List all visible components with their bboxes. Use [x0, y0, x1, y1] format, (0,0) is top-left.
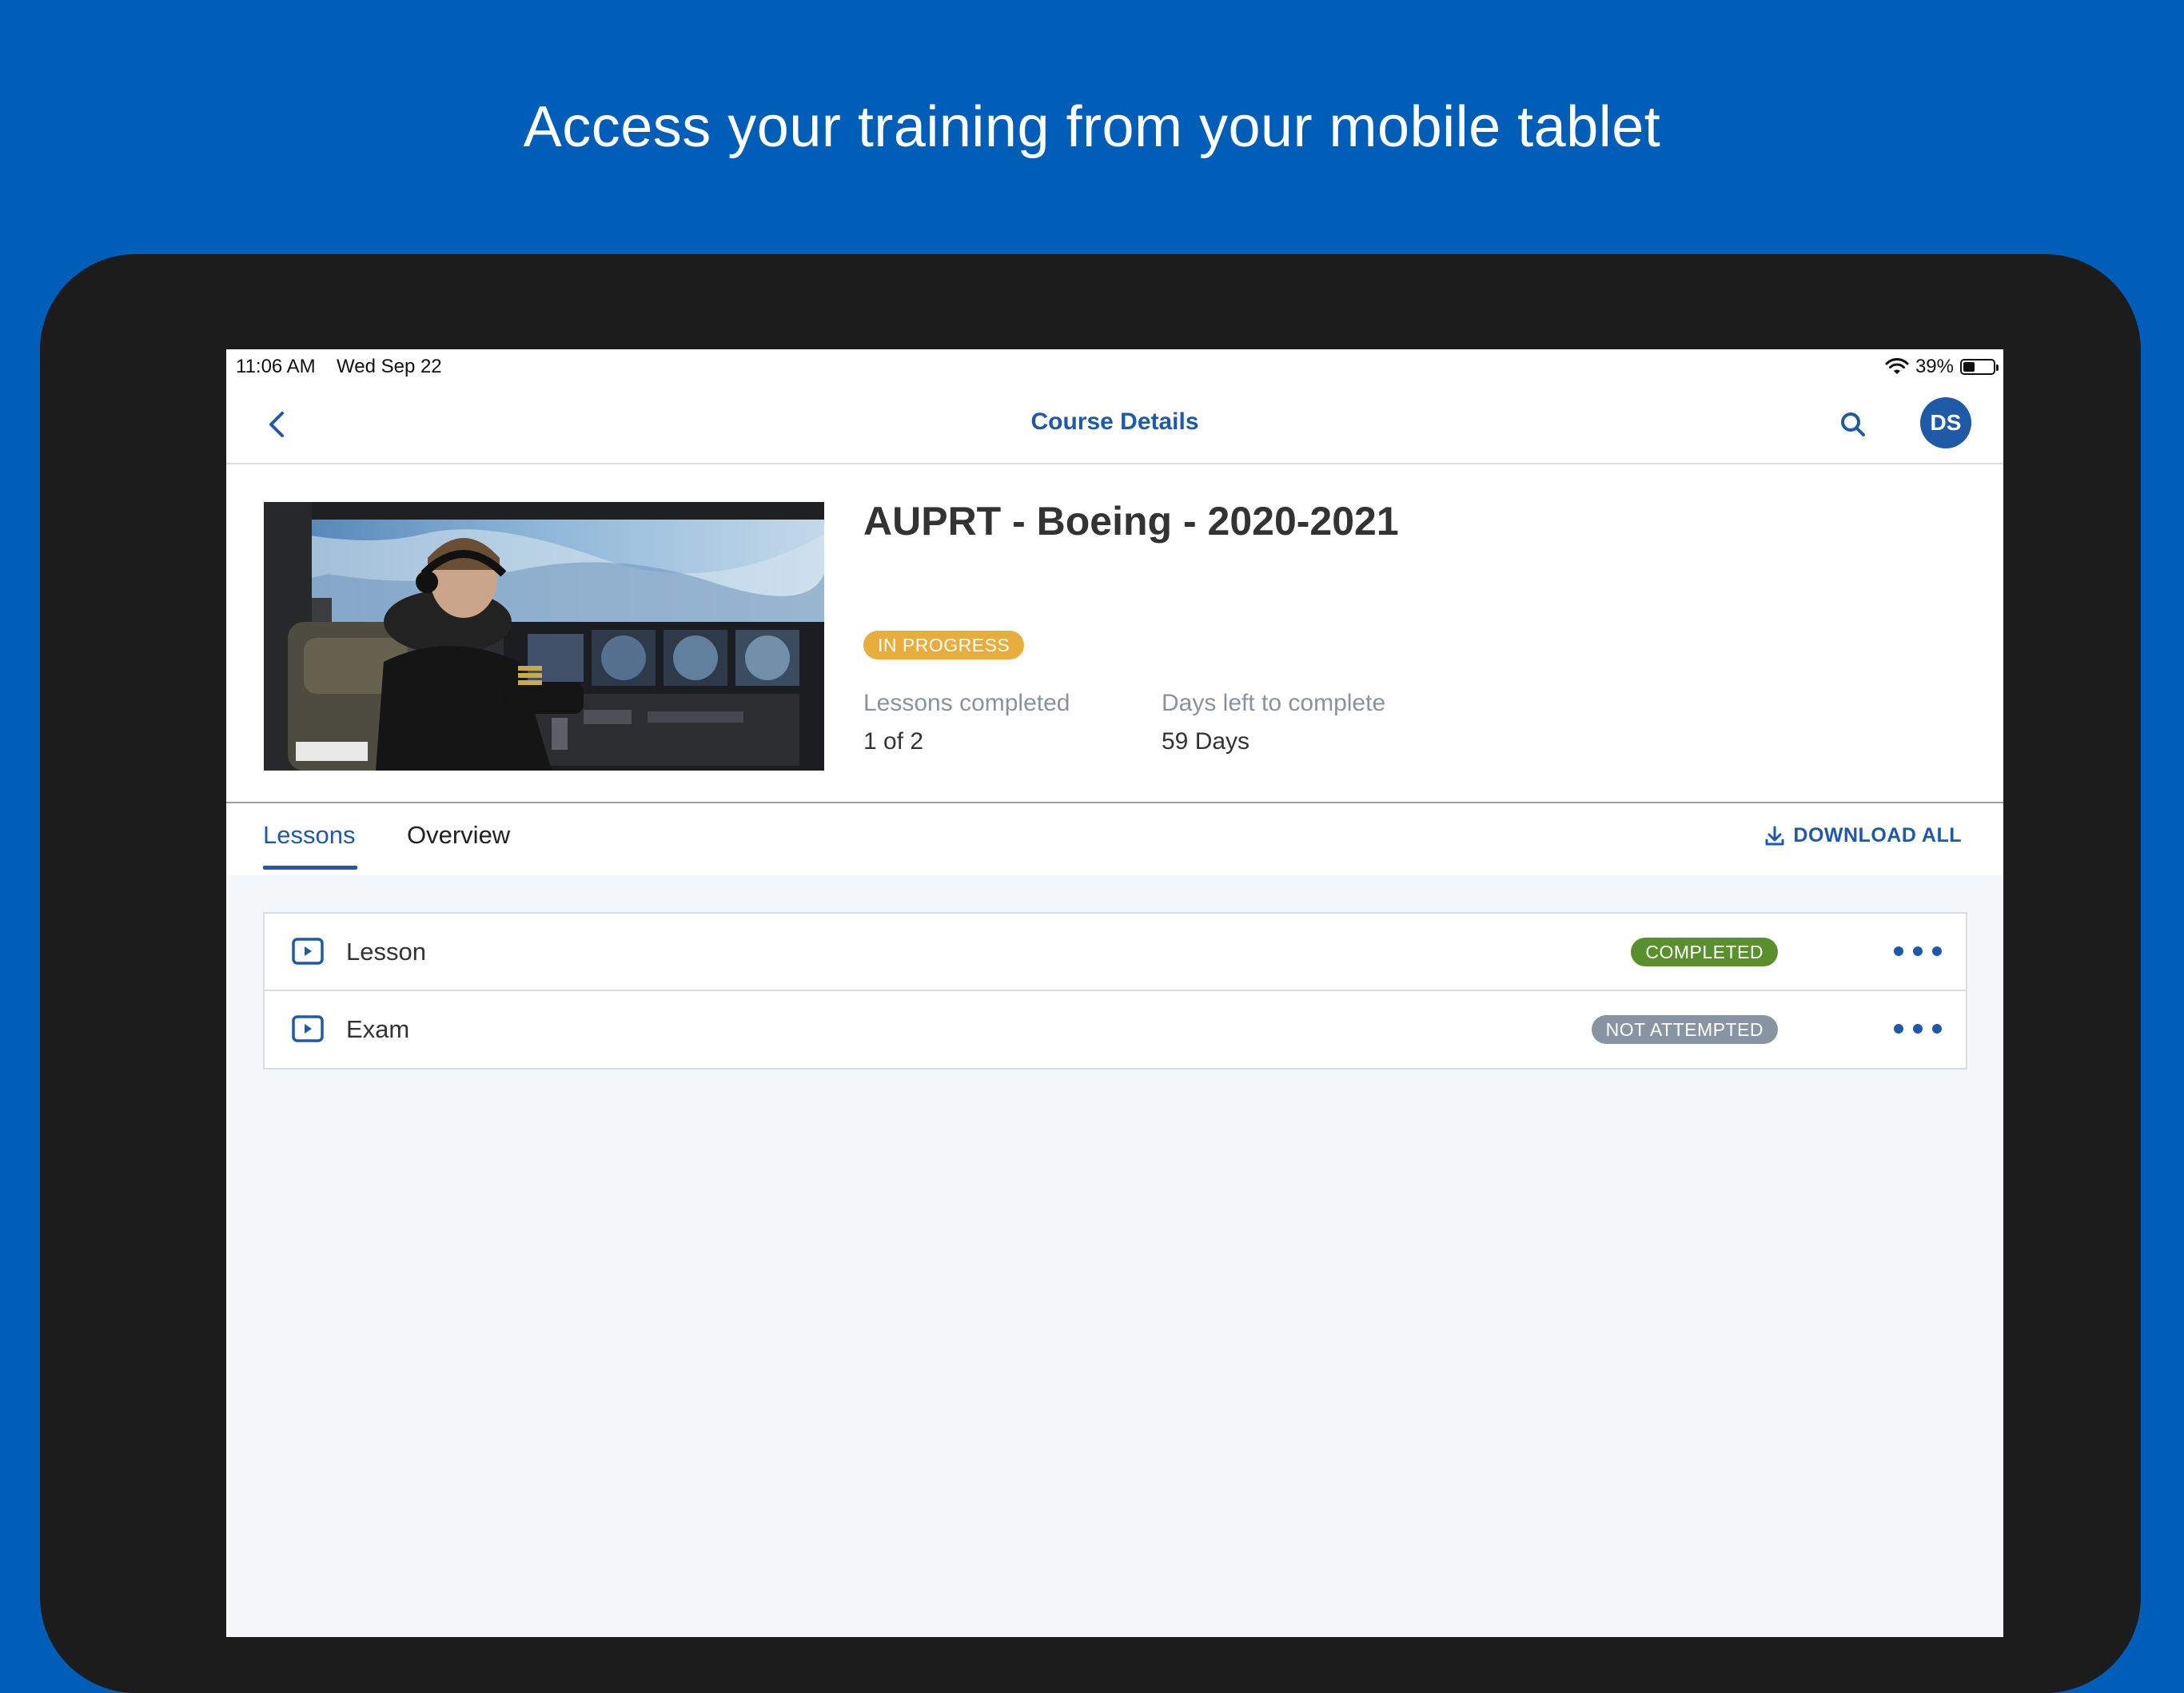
course-thumbnail [264, 502, 824, 771]
tab-overview[interactable]: Overview [407, 821, 510, 850]
lesson-status-badge: NOT ATTEMPTED [1591, 1015, 1778, 1044]
more-options-icon[interactable] [1894, 1010, 1942, 1047]
days-left-value: 59 Days [1162, 728, 1250, 755]
course-header: AUPRT - Boeing - 2020-2021 IN PROGRESS L… [226, 464, 2003, 803]
user-avatar[interactable]: DS [1920, 397, 1971, 448]
active-tab-indicator [263, 866, 357, 870]
status-time: 11:06 AM [236, 356, 316, 377]
status-bar: 11:06 AM Wed Sep 22 39% [226, 349, 2003, 388]
lesson-name: Exam [346, 1015, 410, 1043]
cockpit-image [264, 502, 824, 771]
list-item[interactable]: Lesson COMPLETED [265, 914, 1966, 991]
list-item[interactable]: Exam NOT ATTEMPTED [265, 991, 1966, 1068]
search-icon[interactable] [1834, 405, 1872, 444]
lesson-list: Lesson COMPLETED Exam NOT ATTEMPTED [263, 912, 1967, 1070]
status-right: 39% [1885, 356, 1999, 378]
course-status-badge: IN PROGRESS [863, 631, 1025, 659]
download-all-label: DOWNLOAD ALL [1793, 824, 1962, 846]
download-icon [1765, 826, 1784, 845]
wifi-icon [1885, 358, 1909, 374]
lesson-status-badge: COMPLETED [1631, 938, 1778, 966]
battery-icon [1960, 359, 1999, 375]
download-all-button[interactable]: DOWNLOAD ALL [1764, 824, 1962, 847]
app-screen: 11:06 AM Wed Sep 22 39% Course Details D… [226, 349, 2003, 1637]
page-title: Course Details [1030, 408, 1199, 435]
course-title: AUPRT - Boeing - 2020-2021 [863, 499, 1399, 544]
marketing-headline: Access your training from your mobile ta… [523, 95, 1661, 159]
more-options-icon[interactable] [1894, 933, 1942, 970]
status-date: Wed Sep 22 [337, 356, 442, 377]
lessons-completed-label: Lessons completed [863, 690, 1070, 716]
days-left-label: Days left to complete [1162, 690, 1386, 716]
video-play-icon [292, 938, 324, 965]
tab-bar: Lessons Overview DOWNLOAD ALL [226, 803, 2003, 875]
tab-lessons[interactable]: Lessons [263, 821, 355, 850]
battery-percent: 39% [1915, 356, 1954, 377]
nav-bar: Course Details DS [226, 388, 2003, 464]
lesson-name: Lesson [346, 938, 426, 966]
video-play-icon [292, 1015, 324, 1042]
battery-fill [1963, 362, 1975, 372]
lessons-completed-value: 1 of 2 [863, 728, 924, 755]
